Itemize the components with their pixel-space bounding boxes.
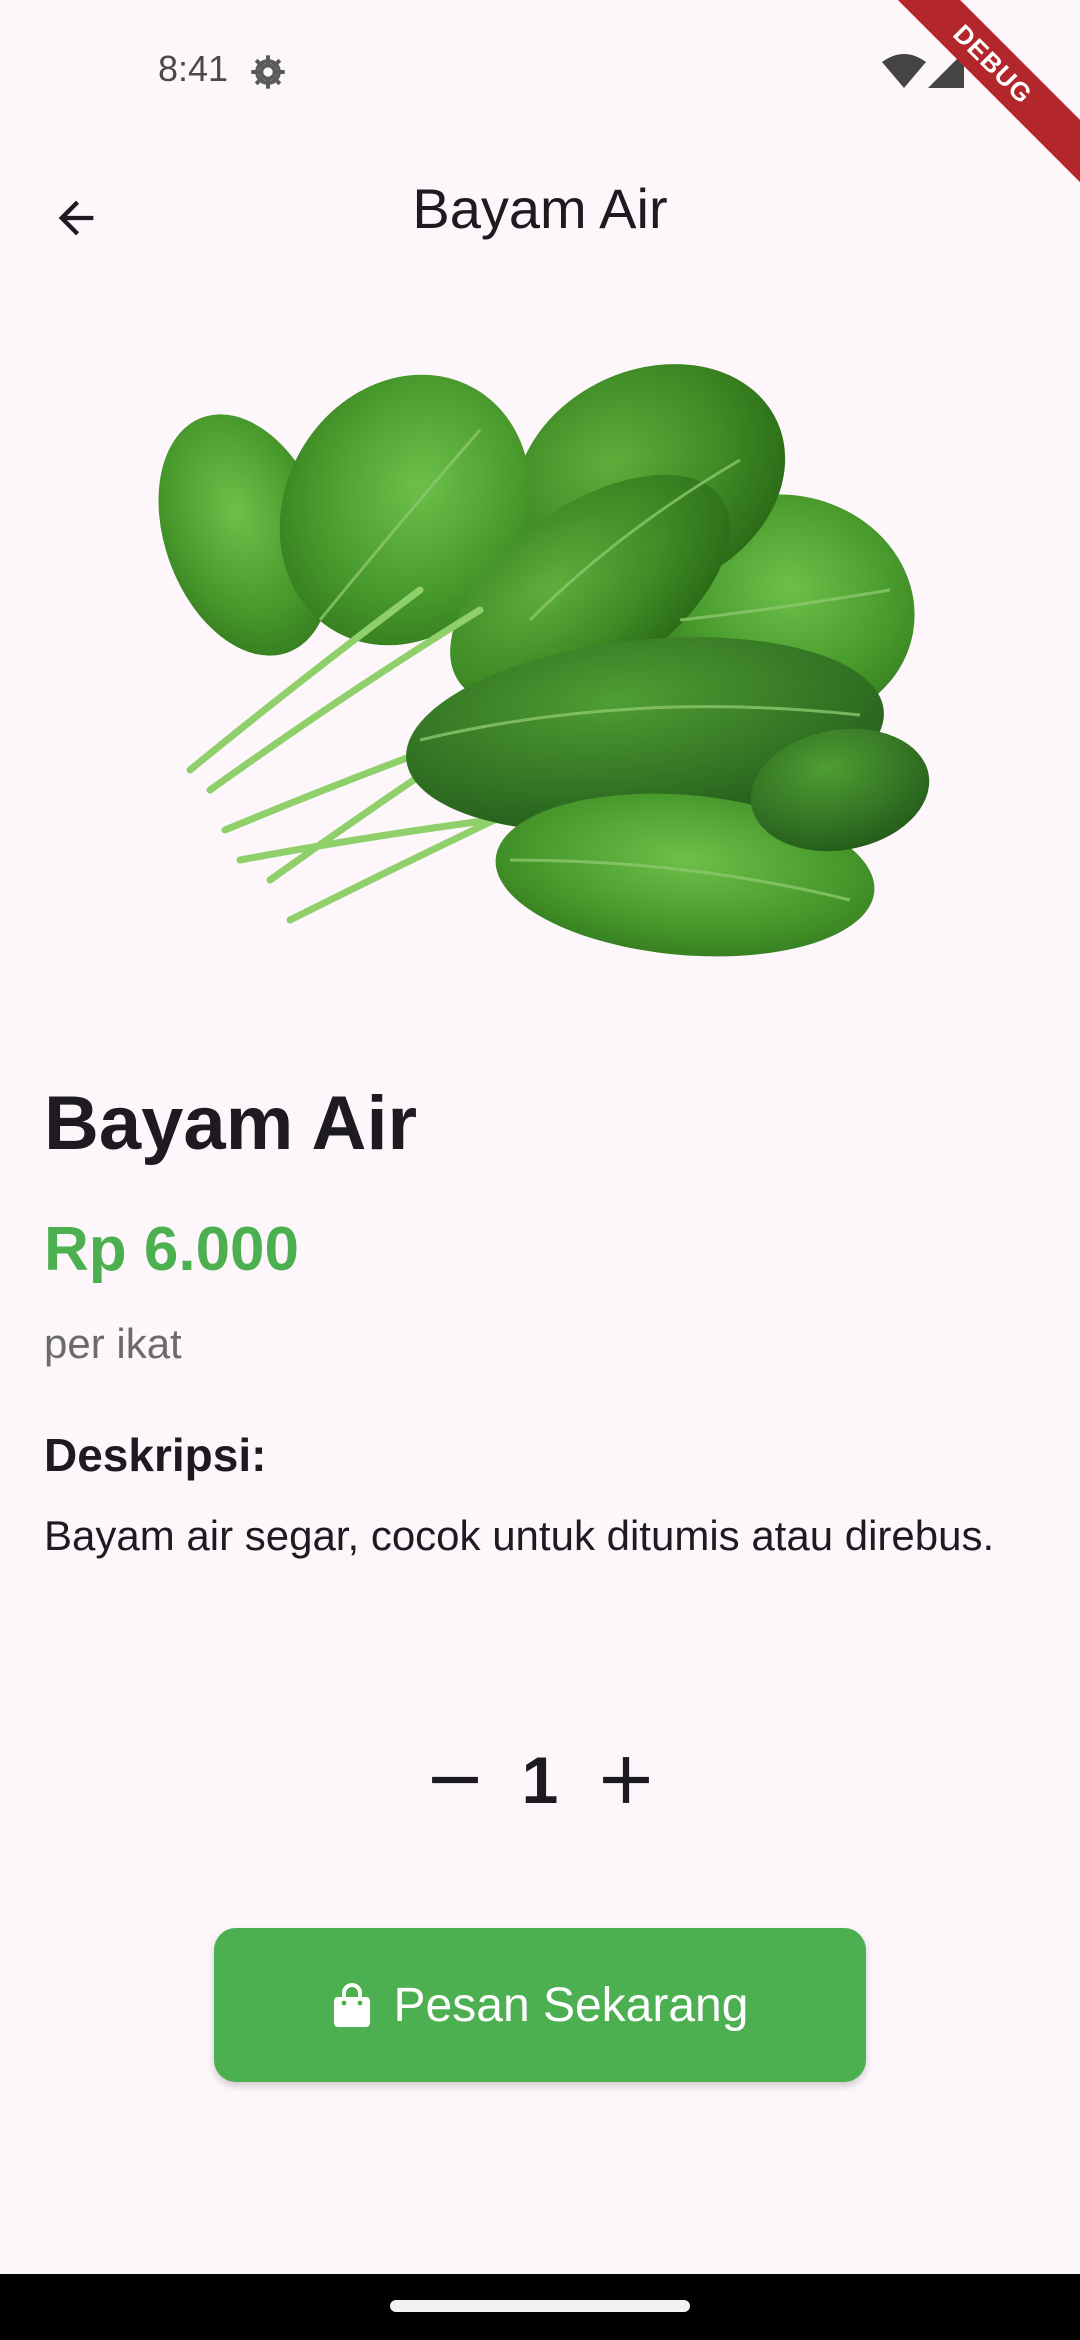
decrement-button[interactable]	[414, 1732, 496, 1828]
quantity-value: 1	[521, 1743, 559, 1817]
description-label: Deskripsi:	[44, 1429, 267, 1481]
plus-icon	[603, 1757, 649, 1803]
product-unit: per ikat	[44, 1320, 182, 1367]
shopping-bag-icon	[333, 1983, 370, 2027]
minus-icon	[432, 1776, 478, 1784]
quantity-stepper: 1	[0, 1732, 1080, 1828]
order-button-label: Pesan Sekarang	[393, 1978, 749, 2032]
settings-icon	[251, 55, 285, 89]
increment-button[interactable]	[585, 1732, 667, 1828]
page-title: Bayam Air	[412, 177, 668, 240]
system-navigation-bar	[0, 2274, 1080, 2340]
home-handle[interactable]	[390, 2300, 690, 2312]
product-name: Bayam Air	[44, 1081, 418, 1166]
order-now-button[interactable]: Pesan Sekarang	[214, 1928, 866, 2082]
description-text: Bayam air segar, cocok untuk ditumis ata…	[44, 1512, 995, 1559]
spinach-image	[158, 364, 930, 957]
status-time: 8:41	[158, 48, 229, 89]
app-bar: Bayam Air	[0, 140, 1080, 284]
wifi-icon	[882, 54, 926, 88]
product-detail-screen: 8:41 DEBUG Bayam Air Bayam Air Rp 6.000 …	[0, 0, 1080, 2340]
product-price: Rp 6.000	[44, 1215, 300, 1284]
